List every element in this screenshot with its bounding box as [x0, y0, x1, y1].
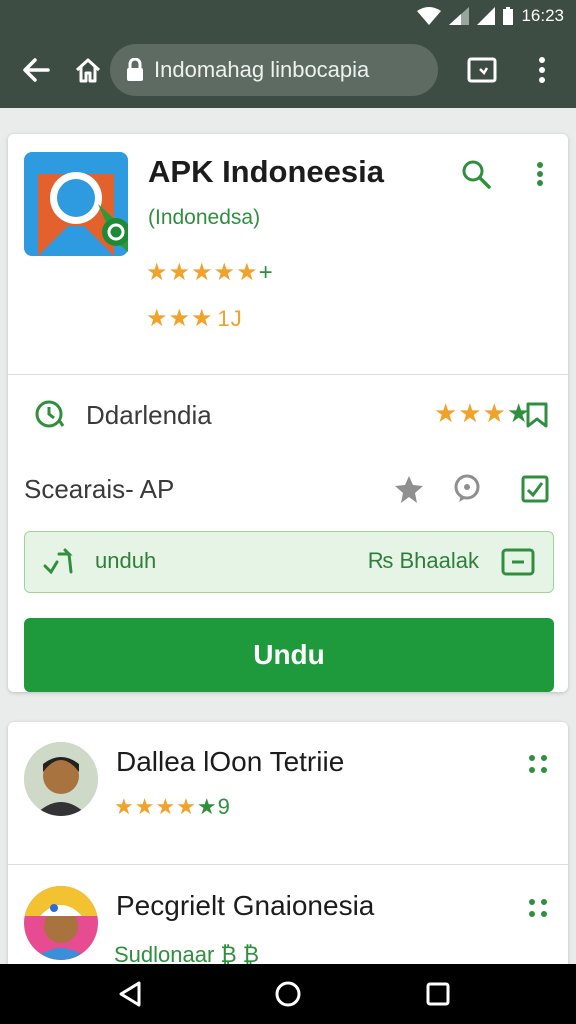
rating2-count: 1J [217, 306, 243, 331]
lock-icon [127, 58, 143, 81]
list-item-stars: ★★★★ [114, 794, 197, 819]
download-arrows-icon [43, 548, 73, 575]
status-icons: 16:23 [417, 6, 564, 26]
download-label: unduh [95, 548, 157, 573]
home-button[interactable] [68, 50, 108, 90]
status-time: 16:23 [521, 6, 564, 25]
divider [8, 374, 568, 375]
download-size: ₨ Bhaalak [367, 548, 479, 573]
tabs-icon [467, 57, 497, 83]
grid-dots-icon[interactable] [524, 894, 552, 922]
bookmark-icon [526, 402, 548, 428]
rating2-stars: ★★★ [146, 305, 214, 332]
more-vertical-icon [539, 57, 545, 83]
clock-icon [32, 397, 66, 431]
app-rating: ★★★★★+ [146, 258, 274, 287]
card-menu-button[interactable] [522, 156, 558, 192]
nav-recents-button[interactable] [420, 976, 456, 1012]
bookmark-button[interactable] [520, 398, 554, 432]
status-bar: 16:23 [0, 0, 576, 32]
signal-icon [449, 7, 470, 25]
more-vertical-icon [537, 162, 543, 186]
nav-back-button[interactable] [112, 976, 148, 1012]
app-card: APK Indoneesia (Indonedsa) ★★★★★+ ★★★ 1J … [8, 134, 568, 692]
list-item-title: Pecgrielt Gnaionesia [116, 890, 375, 921]
checkbox-button[interactable] [518, 472, 552, 506]
back-triangle-icon [119, 981, 141, 1007]
browser-toolbar: Indomahag linbocapia [0, 32, 576, 108]
card-icon [501, 548, 535, 576]
list-item-rating: ★★★★★9 [114, 794, 231, 820]
list-item-title: Dallea lOon Tetriie [116, 746, 345, 777]
back-button[interactable] [16, 50, 56, 90]
download-button[interactable]: Undu [24, 618, 554, 692]
home-icon [75, 58, 101, 83]
comment-icon [454, 474, 480, 502]
tabs-button[interactable] [462, 50, 502, 90]
avatar [24, 886, 98, 960]
app-subtitle: (Indonedsa) [148, 206, 261, 229]
grid-dots-icon[interactable] [524, 750, 552, 778]
avatar [24, 742, 98, 816]
battery-icon [503, 7, 514, 25]
developer-name[interactable]: Ddarlendia [86, 400, 212, 431]
back-arrow-icon [23, 58, 50, 82]
list-item-extra: ★9 [196, 794, 231, 819]
nav-home-button[interactable] [270, 976, 306, 1012]
star-button[interactable] [392, 472, 426, 506]
related-apps-list: Dallea lOon Tetriie ★★★★★9 Pecgrielt Gna… [8, 722, 568, 982]
rating-extra: + [258, 259, 274, 286]
developer-rating: ★★★★ [434, 398, 532, 428]
url-text: Indomahag linbocapia [154, 57, 370, 82]
camera-logo-icon [38, 172, 136, 256]
star-icon [395, 476, 423, 503]
divider [8, 864, 568, 865]
signal-icon-2 [477, 7, 496, 25]
home-circle-icon [275, 981, 301, 1007]
app-title: APK Indoneesia [148, 154, 384, 189]
overflow-menu-button[interactable] [522, 50, 562, 90]
rating-stars: ★★★★★ [146, 259, 259, 286]
recents-square-icon [426, 982, 450, 1006]
search-button[interactable] [458, 156, 494, 192]
url-bar[interactable]: Indomahag linbocapia [110, 44, 438, 96]
category-label: Scearais- AP [24, 474, 175, 504]
system-nav-bar [0, 964, 576, 1024]
download-info-bar[interactable]: unduh ₨ Bhaalak [24, 531, 554, 593]
checkbox-icon [521, 475, 549, 503]
comment-button[interactable] [450, 472, 484, 506]
wifi-icon [417, 7, 442, 25]
app-rating-secondary: ★★★ 1J [146, 304, 243, 333]
app-icon[interactable] [24, 152, 136, 256]
search-icon [462, 160, 491, 189]
